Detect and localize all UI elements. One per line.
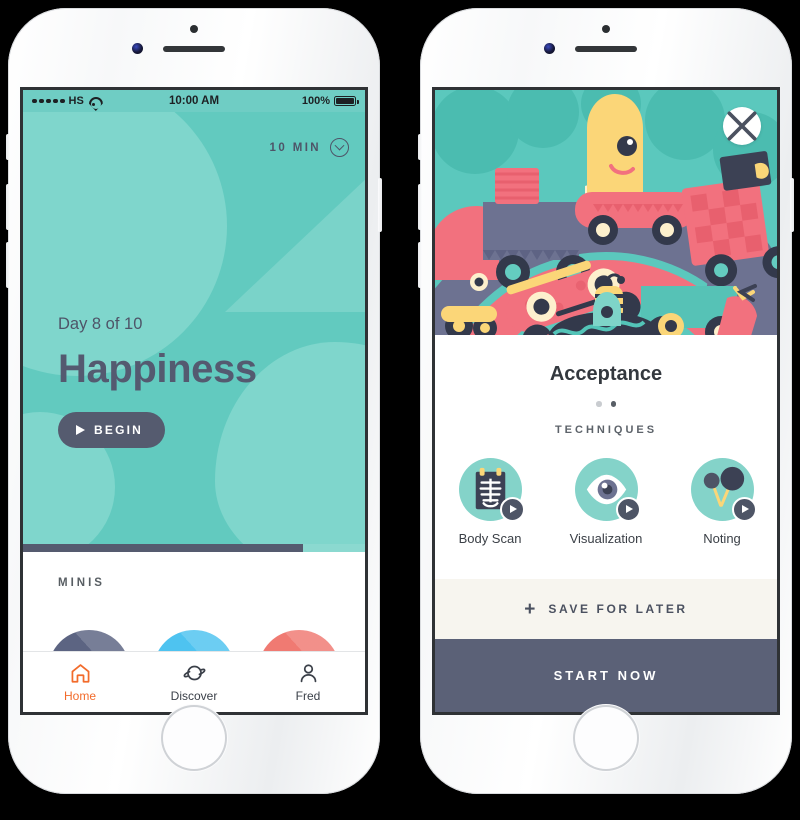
play-icon (76, 425, 85, 435)
person-icon (300, 663, 316, 682)
front-camera (132, 43, 143, 54)
power-button[interactable] (378, 178, 382, 232)
close-icon (727, 111, 757, 141)
right-phone-device: Acceptance TECHNIQUES Body Scan Visualiz… (418, 8, 794, 794)
traffic-monsters-illustration (435, 90, 777, 335)
play-icon (731, 496, 757, 522)
technique-icon-wrap (458, 457, 525, 522)
earpiece-speaker (575, 46, 637, 52)
volume-up-button[interactable] (6, 184, 10, 230)
day-label: Day 8 of 10 (58, 315, 143, 333)
technique-icon-wrap (574, 457, 641, 522)
mute-switch[interactable] (418, 134, 422, 160)
status-bar-right: 100% (301, 95, 359, 107)
page-dot[interactable] (596, 401, 602, 407)
minis-section-label: MINIS (58, 577, 105, 589)
proximity-sensor (602, 25, 610, 33)
begin-button[interactable]: BEGIN (58, 412, 166, 448)
duration-label: 10 MIN (269, 141, 321, 154)
volume-down-button[interactable] (6, 242, 10, 288)
page-dot[interactable] (610, 401, 616, 407)
session-panel: Acceptance TECHNIQUES Body Scan Visualiz… (435, 335, 777, 579)
play-icon (499, 496, 525, 522)
duration-selector[interactable]: 10 MIN (270, 138, 349, 157)
planet-icon (183, 665, 205, 680)
tab-discover[interactable]: Discover (137, 652, 251, 712)
plus-icon: + (524, 598, 536, 620)
technique-label: Noting (703, 530, 741, 546)
session-title: Acceptance (549, 363, 663, 385)
screenshot-stage: HS 10:00 AM 100% 10 MIN Day 8 of 10 Happ… (0, 0, 800, 820)
play-icon (615, 496, 641, 522)
home-button[interactable] (163, 707, 225, 769)
techniques-label: TECHNIQUES (554, 423, 658, 436)
technique-body-scan[interactable]: Body Scan (447, 457, 533, 546)
tab-bar: Home Discover Fred (23, 651, 365, 712)
chevron-down-circle-icon (330, 138, 349, 157)
tab-home[interactable]: Home (23, 652, 137, 712)
left-phone-device: HS 10:00 AM 100% 10 MIN Day 8 of 10 Happ… (6, 8, 382, 794)
start-now-label: START NOW (553, 668, 659, 683)
tab-discover-label: Discover (170, 688, 218, 703)
technique-label: Body Scan (458, 530, 522, 546)
begin-button-label: BEGIN (94, 423, 144, 437)
progress-bar-fill (23, 544, 304, 552)
home-icon (71, 663, 89, 683)
tab-profile-label: Fred (295, 688, 321, 703)
tab-profile[interactable]: Fred (251, 652, 365, 712)
home-button[interactable] (575, 707, 637, 769)
technique-label: Visualization (569, 530, 643, 546)
battery-icon (334, 96, 359, 106)
earpiece-speaker (163, 46, 225, 52)
techniques-list: Body Scan Visualization Noting (435, 457, 777, 546)
progress-bar (23, 544, 365, 552)
volume-down-button[interactable] (418, 242, 422, 288)
tab-home-label: Home (63, 688, 96, 703)
status-bar: HS 10:00 AM 100% (23, 90, 365, 112)
close-button[interactable] (723, 107, 761, 145)
front-camera (544, 43, 555, 54)
hero-copy: Day 8 of 10 Happiness BEGIN (58, 315, 257, 448)
page-title: Happiness (58, 347, 257, 391)
left-phone-screen: HS 10:00 AM 100% 10 MIN Day 8 of 10 Happ… (23, 90, 365, 712)
proximity-sensor (190, 25, 198, 33)
start-now-button[interactable]: START NOW (435, 639, 777, 712)
technique-visualization[interactable]: Visualization (563, 457, 649, 546)
volume-up-button[interactable] (418, 184, 422, 230)
battery-percent-label: 100% (301, 95, 330, 107)
power-button[interactable] (790, 178, 794, 232)
hero-section: 10 MIN Day 8 of 10 Happiness BEGIN (23, 112, 365, 552)
mute-switch[interactable] (6, 134, 10, 160)
page-indicator (435, 401, 777, 407)
decorative-blob (225, 142, 365, 312)
save-for-later-button[interactable]: + SAVE FOR LATER (435, 579, 777, 639)
save-for-later-label: SAVE FOR LATER (548, 602, 688, 616)
right-phone-screen: Acceptance TECHNIQUES Body Scan Visualiz… (435, 90, 777, 712)
technique-noting[interactable]: Noting (679, 457, 765, 546)
technique-icon-wrap (690, 457, 757, 522)
